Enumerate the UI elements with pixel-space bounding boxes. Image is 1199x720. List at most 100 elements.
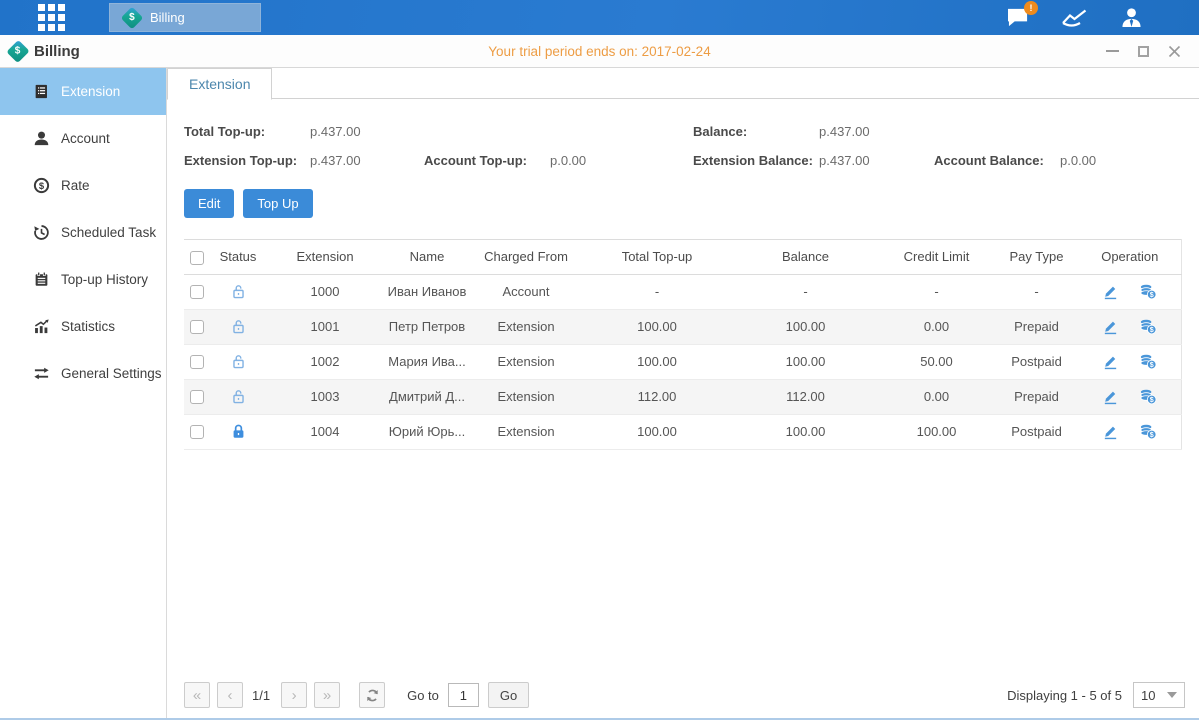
top-up-coins-icon[interactable]: $ bbox=[1139, 423, 1157, 440]
row-checkbox[interactable] bbox=[190, 355, 204, 369]
edit-icon[interactable] bbox=[1102, 388, 1119, 405]
window-header: $ Billing Your trial period ends on: 201… bbox=[0, 35, 1199, 68]
sidebar-item-topup-history[interactable]: Top-up History bbox=[0, 256, 166, 303]
cell-balance: 100.00 bbox=[732, 414, 879, 449]
refresh-button[interactable] bbox=[359, 682, 385, 708]
table-row: 1000 Иван Иванов Account - - - - $ bbox=[184, 274, 1181, 309]
cell-credit-limit: 100.00 bbox=[879, 414, 994, 449]
col-status: Status bbox=[210, 240, 266, 275]
goto-label: Go to bbox=[407, 688, 439, 703]
page-size-value: 10 bbox=[1141, 688, 1155, 703]
table-row: 1003 Дмитрий Д... Extension 112.00 112.0… bbox=[184, 379, 1181, 414]
app-grid-icon[interactable] bbox=[38, 4, 65, 31]
status-unlocked-icon bbox=[230, 353, 247, 370]
cell-credit-limit: - bbox=[879, 274, 994, 309]
maximize-icon[interactable] bbox=[1136, 44, 1150, 58]
summary-label: Balance: bbox=[693, 124, 819, 139]
sidebar-item-extension[interactable]: Extension bbox=[0, 68, 166, 115]
notifications-icon[interactable]: ! bbox=[1006, 7, 1031, 28]
table-body: 1000 Иван Иванов Account - - - - $ bbox=[184, 274, 1181, 449]
minimize-icon[interactable] bbox=[1105, 44, 1119, 58]
goto-page-input[interactable] bbox=[448, 683, 479, 707]
last-page-button[interactable]: » bbox=[314, 682, 340, 708]
col-balance: Balance bbox=[732, 240, 879, 275]
top-up-coins-icon[interactable]: $ bbox=[1139, 318, 1157, 335]
cell-balance: - bbox=[732, 274, 879, 309]
table-row: 1002 Мария Ива... Extension 100.00 100.0… bbox=[184, 344, 1181, 379]
summary-value: p.0.00 bbox=[1060, 153, 1096, 168]
table-row: 1004 Юрий Юрь... Extension 100.00 100.00… bbox=[184, 414, 1181, 449]
taskbar-tab-label: Billing bbox=[150, 10, 185, 25]
cell-charged-from: Account bbox=[470, 274, 582, 309]
cell-balance: 112.00 bbox=[732, 379, 879, 414]
summary-value: p.437.00 bbox=[819, 124, 870, 139]
top-up-coins-icon[interactable]: $ bbox=[1139, 388, 1157, 405]
sidebar-item-statistics[interactable]: Statistics bbox=[0, 303, 166, 350]
window-controls bbox=[1105, 44, 1199, 58]
svg-text:$: $ bbox=[1150, 361, 1154, 369]
svg-text:$: $ bbox=[38, 181, 44, 192]
status-unlocked-icon bbox=[230, 283, 247, 300]
topup-history-ledger-icon bbox=[32, 271, 50, 288]
row-checkbox[interactable] bbox=[190, 425, 204, 439]
top-up-coins-icon[interactable]: $ bbox=[1139, 353, 1157, 370]
cell-name: Дмитрий Д... bbox=[384, 379, 470, 414]
summary-account-balance: Account Balance: p.0.00 bbox=[934, 153, 1182, 168]
close-icon[interactable] bbox=[1167, 44, 1181, 58]
summary-account-topup: Account Top-up: p.0.00 bbox=[424, 153, 693, 168]
row-checkbox[interactable] bbox=[190, 285, 204, 299]
cell-extension: 1004 bbox=[266, 414, 384, 449]
col-operation: Operation bbox=[1079, 240, 1181, 275]
account-person-icon bbox=[32, 130, 50, 147]
window-app-title: $ Billing bbox=[10, 43, 80, 60]
resource-monitor-icon[interactable] bbox=[1061, 8, 1089, 28]
cell-charged-from: Extension bbox=[470, 344, 582, 379]
sidebar-item-label: Account bbox=[61, 131, 110, 146]
summary-total-topup: Total Top-up: p.437.00 bbox=[184, 124, 424, 139]
summary-label: Total Top-up: bbox=[184, 124, 310, 139]
pagination-bar: « ‹ 1/1 › » Go to Go Displaying bbox=[184, 680, 1185, 710]
edit-button[interactable]: Edit bbox=[184, 189, 234, 218]
sidebar-item-rate[interactable]: $ Rate bbox=[0, 162, 166, 209]
taskbar-tab-billing[interactable]: $ Billing bbox=[109, 3, 261, 32]
select-all-checkbox[interactable] bbox=[190, 251, 204, 265]
prev-page-button[interactable]: ‹ bbox=[217, 682, 243, 708]
summary-value: p.437.00 bbox=[819, 153, 870, 168]
page-indicator: 1/1 bbox=[252, 688, 270, 703]
sidebar-item-label: General Settings bbox=[61, 366, 162, 381]
sidebar-item-scheduled-task[interactable]: Scheduled Task bbox=[0, 209, 166, 256]
edit-icon[interactable] bbox=[1102, 353, 1119, 370]
edit-icon[interactable] bbox=[1102, 423, 1119, 440]
cell-credit-limit: 0.00 bbox=[879, 379, 994, 414]
next-page-button[interactable]: › bbox=[281, 682, 307, 708]
sidebar-item-general-settings[interactable]: General Settings bbox=[0, 350, 166, 397]
go-button[interactable]: Go bbox=[488, 682, 529, 708]
tab-extension[interactable]: Extension bbox=[167, 68, 272, 100]
summary-panel: Total Top-up: p.437.00 Balance: p.437.00… bbox=[184, 124, 1182, 168]
sidebar-item-label: Rate bbox=[61, 178, 90, 193]
summary-value: p.0.00 bbox=[550, 153, 586, 168]
sidebar: Extension Account $ Rate bbox=[0, 68, 167, 718]
cell-credit-limit: 50.00 bbox=[879, 344, 994, 379]
col-credit-limit: Credit Limit bbox=[879, 240, 994, 275]
sidebar-item-account[interactable]: Account bbox=[0, 115, 166, 162]
user-account-icon[interactable] bbox=[1119, 7, 1144, 28]
top-up-coins-icon[interactable]: $ bbox=[1139, 283, 1157, 300]
status-locked-icon bbox=[230, 423, 247, 440]
cell-pay-type: Prepaid bbox=[994, 309, 1079, 344]
summary-label: Account Top-up: bbox=[424, 153, 550, 168]
cell-pay-type: - bbox=[994, 274, 1079, 309]
first-page-button[interactable]: « bbox=[184, 682, 210, 708]
page-size-select[interactable]: 10 bbox=[1133, 682, 1185, 708]
tab-bar: Extension bbox=[167, 68, 1199, 99]
edit-icon[interactable] bbox=[1102, 283, 1119, 300]
col-total-topup: Total Top-up bbox=[582, 240, 732, 275]
row-checkbox[interactable] bbox=[190, 390, 204, 404]
summary-value: p.437.00 bbox=[310, 153, 361, 168]
svg-text:$: $ bbox=[1150, 291, 1154, 299]
row-checkbox[interactable] bbox=[190, 320, 204, 334]
top-up-button[interactable]: Top Up bbox=[243, 189, 312, 218]
edit-icon[interactable] bbox=[1102, 318, 1119, 335]
status-unlocked-icon bbox=[230, 388, 247, 405]
svg-text:$: $ bbox=[1150, 431, 1154, 439]
